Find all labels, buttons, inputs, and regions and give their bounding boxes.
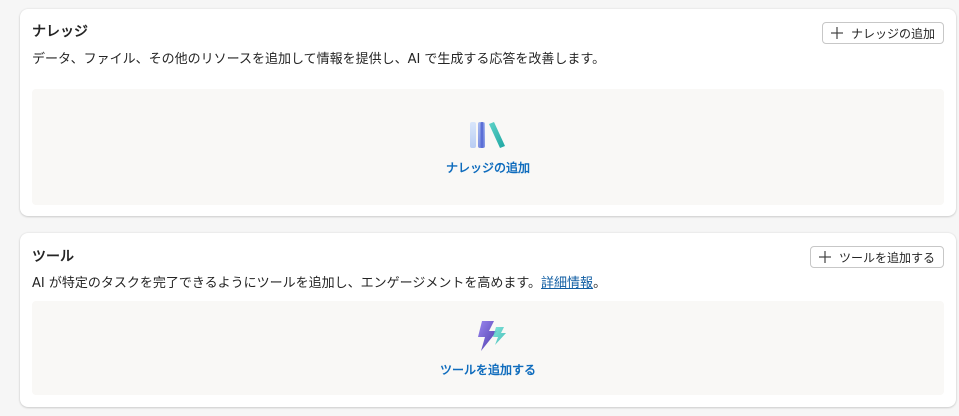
add-knowledge-button-label: ナレッジの追加	[850, 26, 935, 41]
lightning-icon	[478, 320, 506, 351]
add-tool-button-label: ツールを追加する	[838, 250, 935, 265]
add-knowledge-button[interactable]: ナレッジの追加	[821, 22, 944, 44]
tools-card: ツール AI が特定のタスクを完了できるようにツールを追加し、エンゲージメントを…	[20, 233, 956, 407]
add-tool-link[interactable]: ツールを追加する	[440, 361, 536, 378]
add-tool-button[interactable]: ツールを追加する	[809, 246, 944, 268]
tools-description-suffix: 。	[593, 276, 607, 291]
add-knowledge-link[interactable]: ナレッジの追加	[446, 159, 530, 176]
tools-empty-state: ツールを追加する	[32, 301, 944, 395]
books-icon	[470, 121, 505, 148]
tools-description: AI が特定のタスクを完了できるようにツールを追加し、エンゲージメントを高めます…	[32, 272, 606, 291]
plus-icon	[830, 27, 843, 39]
tools-title: ツール	[32, 249, 74, 265]
knowledge-description: データ、ファイル、その他のリソースを追加して情報を提供し、AI で生成する応答を…	[32, 52, 606, 67]
knowledge-card: ナレッジ データ、ファイル、その他のリソースを追加して情報を提供し、AI で生成…	[20, 9, 956, 216]
learn-more-link[interactable]: 詳細情報	[541, 276, 593, 291]
tools-description-text: AI が特定のタスクを完了できるようにツールを追加し、エンゲージメントを高めます…	[32, 276, 542, 291]
knowledge-title: ナレッジ	[32, 24, 88, 40]
plus-icon	[818, 251, 831, 263]
knowledge-empty-state: ナレッジの追加	[32, 89, 944, 205]
